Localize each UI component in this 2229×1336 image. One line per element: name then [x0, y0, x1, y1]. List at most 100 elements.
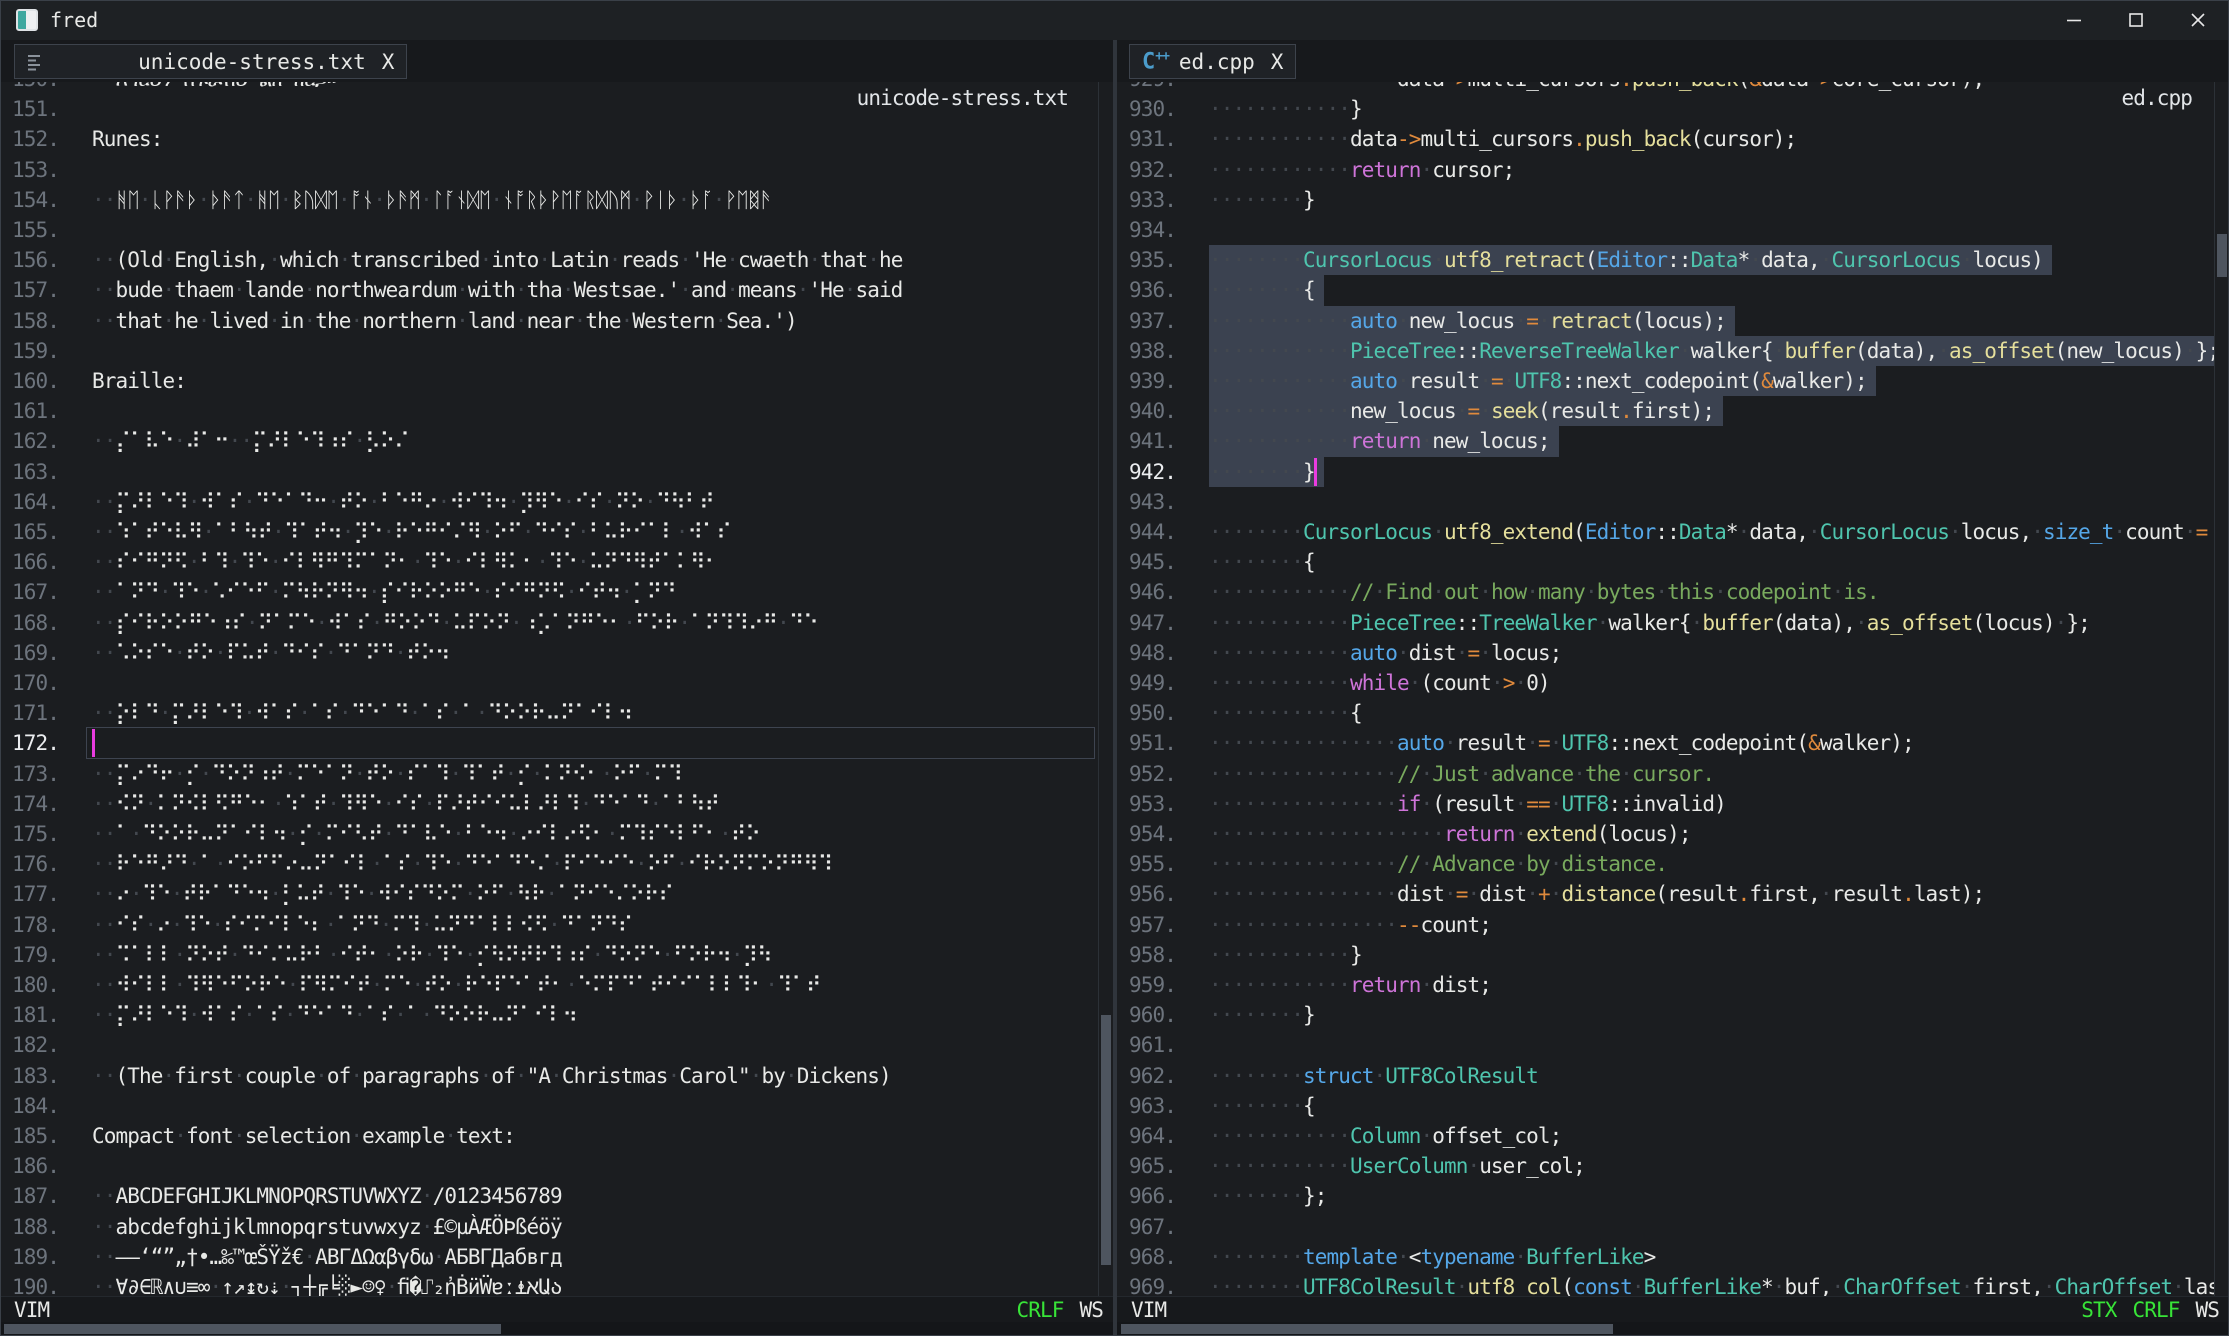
- selection-highlight: ············auto·result·=·UTF8::next_cod…: [1209, 366, 1876, 396]
- line-936: 936.········{: [1117, 275, 2214, 305]
- status-badges: STX CRLF WS: [2081, 1297, 2219, 1323]
- editor-mode-indicator: VIM: [14, 1297, 49, 1323]
- editor-mode-indicator: VIM: [1131, 1297, 1166, 1323]
- right-vertical-scroll-thumb[interactable]: [2217, 234, 2227, 277]
- line-933: 933.········}: [1117, 185, 2214, 215]
- selection-highlight: ············return·new_locus;: [1209, 426, 1559, 456]
- text-cursor: [92, 729, 95, 757]
- line-166: 166.··⠎⠊⠛⠝⠫·⠃⠹·⠹⠑·⠊⠇⠻⠛⠹⠍⠁⠝⠂·⠹⠑·⠊⠇⠻⠅⠂·⠹⠑·…: [0, 547, 1098, 577]
- right-text-area[interactable]: ed.cpp 929.················data->multi_c…: [1117, 82, 2214, 1296]
- line-967: 967.: [1117, 1212, 2214, 1242]
- line-174: 174.··⠪⠝·⠅⠝⠪⠇⠫⠛⠑⠂·⠱⠁⠞·⠹⠻⠑·⠊⠎·⠏⠜⠞⠊⠊⠥⠇⠜⠇⠹·…: [0, 789, 1098, 819]
- whitespace-badge[interactable]: WS: [2196, 1297, 2220, 1323]
- line-946: 946.············//·Find·out·how·many·byt…: [1117, 577, 2214, 607]
- left-horizontal-scroll-thumb[interactable]: [4, 1324, 501, 1334]
- left-text-area[interactable]: unicode-stress.txt 150.··እግርህን·በፍራሽህ·ልክ·…: [0, 82, 1098, 1296]
- line-167: 167.··⠁⠝⠙·⠹⠑·⠡⠊⠑⠋·⠍⠳⠗⠝⠻⠲·⡎⠊⠗⠕⠕⠛⠑·⠎⠊⠛⠝⠫·⠊…: [0, 577, 1098, 607]
- selection-highlight: ········}: [1209, 457, 1324, 487]
- line-156: 156.··(Old·English,·which·transcribed·in…: [0, 245, 1098, 275]
- right-vertical-scrollbar[interactable]: [2214, 82, 2229, 1296]
- left-pane: unicode-stress.txt X unicode-stress.txt …: [0, 40, 1113, 1336]
- pane-splitter[interactable]: [1113, 40, 1117, 1336]
- line-947: 947.············PieceTree::TreeWalker·wa…: [1117, 608, 2214, 638]
- line-930: 930.············}: [1117, 94, 2214, 124]
- window-title: fred: [50, 8, 98, 32]
- line-939: 939.············auto·result·=·UTF8::next…: [1117, 366, 2214, 396]
- line-159: 159.: [0, 336, 1098, 366]
- line-163: 163.: [0, 457, 1098, 487]
- line-969: 969.········UTF8ColResult·utf8_col(const…: [1117, 1272, 2214, 1296]
- line-950: 950.············{: [1117, 698, 2214, 728]
- selection-highlight: ············PieceTree::ReverseTreeWalker…: [1209, 336, 2214, 366]
- left-status-bar: VIM 22px Ln 172, Col 1 (83.90%) CRLF WS: [0, 1296, 1113, 1322]
- line-937: 937.············auto·new_locus·=·retract…: [1117, 306, 2214, 336]
- line-186: 186.: [0, 1151, 1098, 1181]
- lock-icon[interactable]: [1922, 1297, 2016, 1336]
- whitespace-badge[interactable]: WS: [1080, 1297, 1104, 1323]
- line-154: 154.··ᚻᛖ·ᚳᚹᚫᚦ·ᚦᚫᛏ·ᚻᛖ·ᛒᚢᛞᛖ·ᚩᚾ·ᚦᚫᛗ·ᛚᚪᚾᛞᛖ·ᚾ…: [0, 185, 1098, 215]
- right-status-bar: VIM 22px Ln 942, Col 10 (11.09%) (361 se…: [1117, 1296, 2229, 1322]
- line-964: 964.············Column·offset_col;: [1117, 1121, 2214, 1151]
- selection-highlight: ········CursorLocus·utf8_retract(Editor:…: [1209, 245, 2052, 275]
- line-965: 965.············UserColumn·user_col;: [1117, 1151, 2214, 1181]
- line-179: 179.··⠩⠁⠇⠇·⠝⠕⠞·⠙⠊⠌⠥⠗⠃·⠊⠞⠂·⠕⠗·⠹⠑·⡊⠳⠝⠞⠗⠹⠰⠎…: [0, 940, 1098, 970]
- line-190: 190.··∀∂∈ℝ∧∪≡∞·↑↗↨↻⇣·┐┼╔╘░►☺♀·ﬁ�⑀₂ἠḂӥẄɐː…: [0, 1272, 1098, 1296]
- line-183: 183.··(The·first·couple·of·paragraphs·of…: [0, 1061, 1098, 1091]
- right-tab-bar: C++ ed.cpp X: [1117, 40, 2229, 82]
- line-929: 929.················data->multi_cursors.…: [1117, 82, 2214, 94]
- line-953: 953.················if·(result·==·UTF8::…: [1117, 789, 2214, 819]
- left-vertical-scrollbar[interactable]: [1098, 82, 1113, 1296]
- selection-mode-badge[interactable]: STX: [2081, 1297, 2116, 1323]
- tab-ed-cpp[interactable]: C++ ed.cpp X: [1129, 44, 1296, 79]
- tab-label: ed.cpp: [1179, 50, 1255, 74]
- line-960: 960.········}: [1117, 1000, 2214, 1030]
- cpp-file-icon: C++: [1142, 50, 1169, 73]
- line-931: 931.············data->multi_cursors.push…: [1117, 124, 2214, 154]
- line-949: 949.············while·(count·>·0): [1117, 668, 2214, 698]
- line-944: 944.········CursorLocus·utf8_extend(Edit…: [1117, 517, 2214, 547]
- selection-highlight: ········{: [1209, 275, 1324, 305]
- line-180: 180.··⠺⠊⠇⠇·⠹⠻⠑⠋⠕⠗⠑·⠏⠻⠍⠊⠞·⠍⠑·⠞⠕·⠗⠑⠏⠑⠁⠞⠂·⠑…: [0, 970, 1098, 1000]
- line-957: 957.················--count;: [1117, 910, 2214, 940]
- title-bar: fred: [0, 0, 2229, 40]
- line-943: 943.: [1117, 487, 2214, 517]
- line-942: 942.········}: [1117, 457, 2214, 487]
- line-160: 160.Braille:: [0, 366, 1098, 396]
- line-961: 961.: [1117, 1030, 2214, 1060]
- line-153: 153.: [0, 155, 1098, 185]
- lock-icon[interactable]: [806, 1297, 900, 1336]
- line-188: 188.··abcdefghijklmnopqrstuvwxyz·£©µÀÆÖÞ…: [0, 1212, 1098, 1242]
- tab-unicode-stress-txt[interactable]: unicode-stress.txt X: [14, 44, 407, 79]
- line-175: 175.··⠁·⠙⠕⠕⠗⠤⠝⠁⠊⠇⠲·⡊·⠍⠊⠣⠞·⠙⠁⠧⠑·⠃⠑⠲·⠔⠊⠇⠔⠫…: [0, 819, 1098, 849]
- status-badges: CRLF WS: [1017, 1297, 1103, 1323]
- line-189: 189.··–—‘“”„†•…‰™œŠŸž€·ΑΒΓΔΩαβγδω·АБВГДа…: [0, 1242, 1098, 1272]
- cursor-position-info: 22px Ln 942, Col 10 (11.09%) (361 select…: [1403, 1297, 2016, 1336]
- maximize-button[interactable]: [2105, 0, 2167, 40]
- eol-mode-badge[interactable]: CRLF: [2133, 1297, 2180, 1323]
- eol-mode-badge[interactable]: CRLF: [1017, 1297, 1064, 1323]
- line-164: 164.··⡍⠜⠇⠑⠹·⠺⠁⠎·⠙⠑⠁⠙⠒·⠞⠕·⠃⠑⠛⠔·⠺⠊⠹⠲·⡹⠻⠑·⠊…: [0, 487, 1098, 517]
- line-956: 956.················dist·=·dist·+·distan…: [1117, 879, 2214, 909]
- line-177: 177.··⠔·⠹⠑·⠞⠗⠁⠙⠑⠲·⡃⠥⠞·⠹⠑·⠺⠊⠎⠙⠕⠍·⠕⠋·⠳⠗·⠁⠝…: [0, 879, 1098, 909]
- line-158: 158.··that·he·lived·in·the·northern·land…: [0, 306, 1098, 336]
- line-173: 173.··⡍⠔⠙⠖·⡊·⠙⠕⠝⠰⠞·⠍⠑⠁⠝·⠞⠕·⠎⠁⠹·⠹⠁⠞·⡊·⠅⠝⠪…: [0, 759, 1098, 789]
- overlay-filename: unicode-stress.txt: [857, 86, 1068, 110]
- line-958: 958.············}: [1117, 940, 2214, 970]
- line-155: 155.: [0, 215, 1098, 245]
- app-icon: [16, 9, 38, 31]
- line-932: 932.············return·cursor;: [1117, 155, 2214, 185]
- tab-close-button[interactable]: X: [382, 50, 395, 74]
- minimize-button[interactable]: [2043, 0, 2105, 40]
- line-945: 945.········{: [1117, 547, 2214, 577]
- line-951: 951.················auto·result·=·UTF8::…: [1117, 728, 2214, 758]
- current-line-highlight: [86, 727, 1095, 759]
- line-169: 169.··⠡⠕⠎⠑·⠞⠕·⠏⠥⠞·⠙⠊⠎·⠙⠁⠝⠙·⠞⠕⠲: [0, 638, 1098, 668]
- tab-label: unicode-stress.txt: [138, 50, 366, 74]
- line-968: 968.········template·<typename·BufferLik…: [1117, 1242, 2214, 1272]
- line-178: 178.··⠊⠎·⠔·⠹⠑·⠎⠊⠍⠊⠇⠑⠆·⠁⠝⠙·⠍⠹·⠥⠝⠙⠁⠇⠇⠪⠫·⠙⠁…: [0, 910, 1098, 940]
- tab-close-button[interactable]: X: [1271, 50, 1284, 74]
- left-vertical-scroll-thumb[interactable]: [1101, 1015, 1111, 1265]
- line-176: 176.··⠗⠑⠛⠜⠙·⠁·⠊⠕⠋⠋⠔⠤⠝⠁⠊⠇·⠁⠎·⠹⠑·⠙⠑⠁⠙⠑⠌·⠏⠊…: [0, 849, 1098, 879]
- line-954: 954.····················return·extend(lo…: [1117, 819, 2214, 849]
- close-button[interactable]: [2167, 0, 2229, 40]
